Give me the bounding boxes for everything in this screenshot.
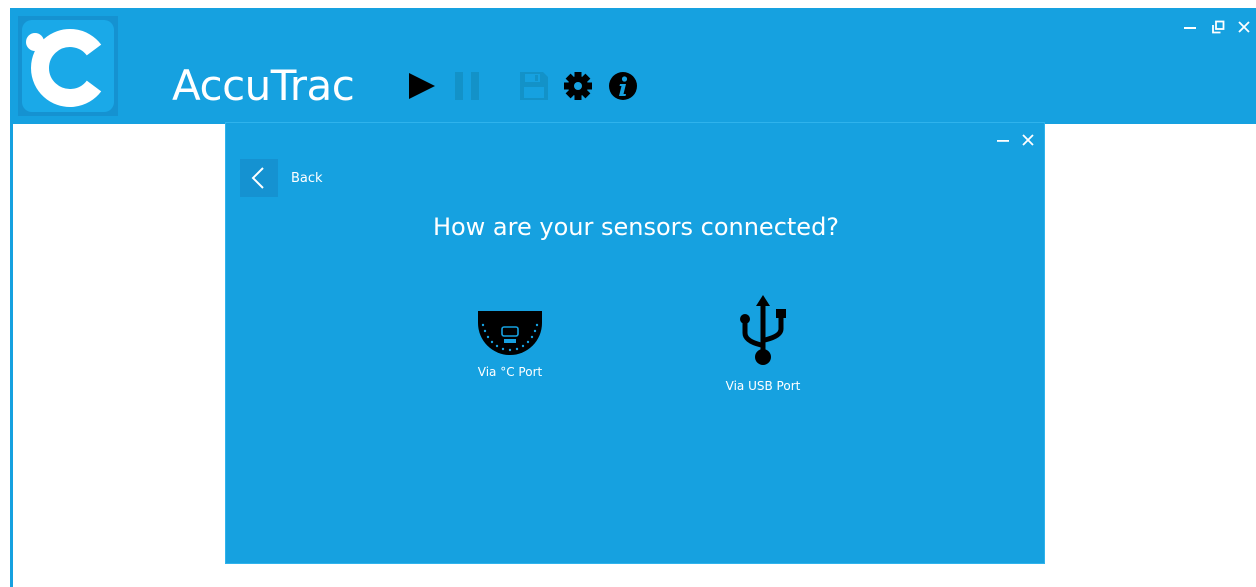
close-icon — [1022, 134, 1034, 146]
pause-icon — [455, 72, 479, 100]
restore-icon — [1212, 20, 1225, 34]
connection-dialog: Back How are your sensors connected? Via… — [225, 122, 1045, 564]
option-usb-port[interactable]: Via USB Port — [703, 293, 823, 393]
floppy-disk-icon — [520, 72, 548, 100]
dialog-close-button[interactable] — [1017, 129, 1039, 151]
chevron-left-icon — [251, 167, 264, 189]
window-left-border — [10, 124, 13, 587]
top-edge — [0, 0, 1256, 8]
minimize-icon — [997, 140, 1009, 142]
app-logo — [18, 16, 118, 116]
option-i2c-port[interactable]: Via °C Port — [450, 309, 570, 379]
settings-button[interactable] — [561, 66, 595, 106]
dialog-minimize-button[interactable] — [992, 129, 1014, 151]
option-i2c-label: Via °C Port — [477, 365, 543, 379]
pause-button[interactable] — [450, 66, 484, 106]
play-icon — [409, 73, 435, 99]
info-icon — [609, 72, 637, 100]
gear-icon — [564, 72, 592, 100]
window-close-button[interactable] — [1232, 14, 1256, 40]
option-usb-label: Via USB Port — [725, 379, 801, 393]
info-button[interactable] — [606, 66, 640, 106]
back-button[interactable] — [240, 159, 278, 197]
minimize-icon — [1184, 27, 1196, 29]
app-window: AccuTrac Back How are your sensors conne… — [0, 0, 1256, 587]
app-title: AccuTrac — [172, 61, 355, 110]
window-restore-button[interactable] — [1206, 14, 1230, 40]
app-header: AccuTrac — [10, 8, 1256, 124]
play-button[interactable] — [405, 66, 439, 106]
close-icon — [1238, 21, 1250, 33]
back-label[interactable]: Back — [291, 171, 323, 186]
dialog-question: How are your sensors connected? — [432, 213, 840, 241]
i2c-sensor-port-icon — [478, 311, 542, 355]
save-button[interactable] — [517, 66, 551, 106]
window-minimize-button[interactable] — [1178, 14, 1202, 40]
accutrac-c-logo-icon — [22, 20, 114, 112]
usb-icon — [740, 295, 786, 365]
